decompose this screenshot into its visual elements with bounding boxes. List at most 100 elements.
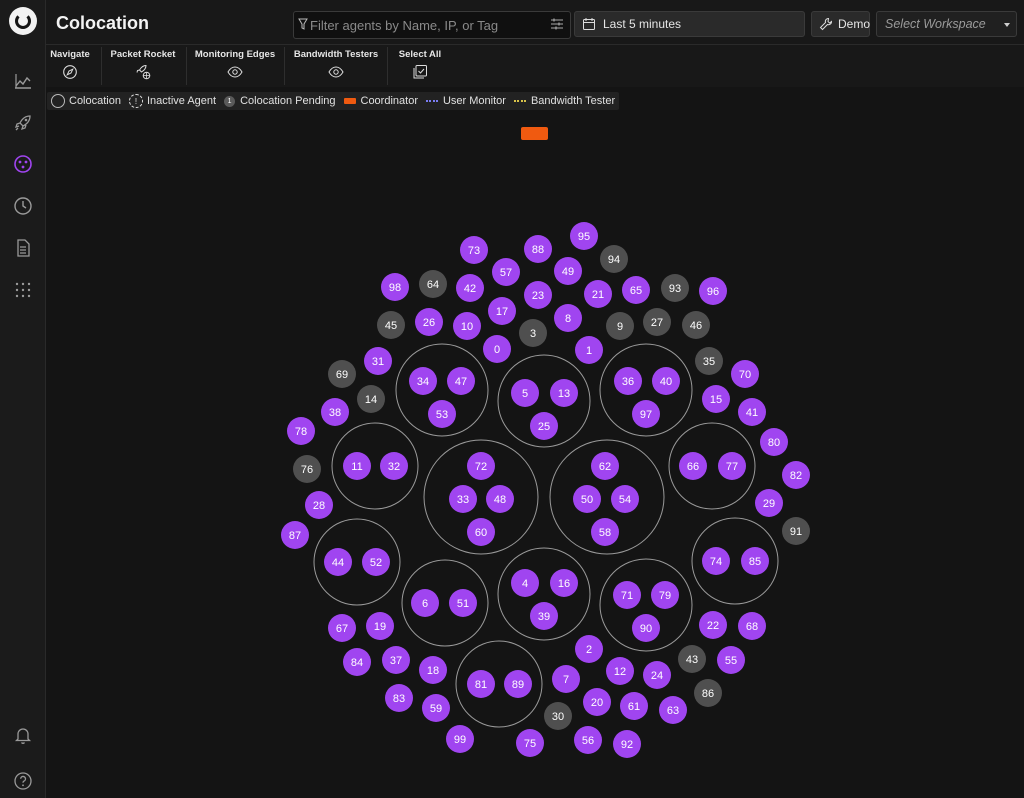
- agent-node[interactable]: 61: [620, 692, 648, 720]
- filter-input[interactable]: [310, 12, 540, 38]
- agent-node[interactable]: 27: [643, 308, 671, 336]
- agent-node[interactable]: 25: [530, 412, 558, 440]
- agent-node[interactable]: 87: [281, 521, 309, 549]
- clock-icon[interactable]: [13, 196, 33, 216]
- agent-node[interactable]: 39: [530, 602, 558, 630]
- agent-node[interactable]: 57: [492, 258, 520, 286]
- agent-node[interactable]: 20: [583, 688, 611, 716]
- colocation-graph[interactable]: 0 124567810111213 151617181920212223242526…: [46, 112, 1024, 798]
- agent-node[interactable]: 45: [377, 311, 405, 339]
- sliders-icon[interactable]: [550, 17, 564, 31]
- agent-node[interactable]: 81: [467, 670, 495, 698]
- agent-node[interactable]: 16: [550, 569, 578, 597]
- agent-node[interactable]: 4: [511, 569, 539, 597]
- agent-node[interactable]: 26: [415, 308, 443, 336]
- agent-node[interactable]: 85: [741, 547, 769, 575]
- help-icon[interactable]: [13, 771, 33, 791]
- agent-node[interactable]: 40: [652, 367, 680, 395]
- agent-node[interactable]: 53: [428, 400, 456, 428]
- bandwidth-testers-tool[interactable]: Bandwidth Testers: [294, 45, 378, 85]
- coordinator-node[interactable]: [521, 127, 548, 140]
- document-icon[interactable]: [13, 238, 33, 258]
- bell-icon[interactable]: [13, 725, 33, 745]
- app-logo[interactable]: [9, 7, 37, 35]
- agent-node[interactable]: 21: [584, 280, 612, 308]
- agent-node[interactable]: 99: [446, 725, 474, 753]
- agent-node[interactable]: 90: [632, 614, 660, 642]
- colocation-icon[interactable]: [13, 154, 33, 174]
- agent-node[interactable]: 80: [760, 428, 788, 456]
- agent-node[interactable]: 97: [632, 400, 660, 428]
- agent-node[interactable]: 95: [570, 222, 598, 250]
- agent-node[interactable]: 0: [483, 335, 511, 363]
- agent-node[interactable]: 69: [328, 360, 356, 388]
- agent-node[interactable]: 17: [488, 297, 516, 325]
- monitoring-edges-tool[interactable]: Monitoring Edges: [195, 45, 275, 85]
- agent-node[interactable]: 83: [385, 684, 413, 712]
- agent-node[interactable]: 75: [516, 729, 544, 757]
- agent-node[interactable]: 14: [357, 385, 385, 413]
- agent-node[interactable]: 51: [449, 589, 477, 617]
- agent-node[interactable]: 84: [343, 648, 371, 676]
- agent-node[interactable]: 42: [456, 274, 484, 302]
- agent-node[interactable]: 19: [366, 612, 394, 640]
- agent-node[interactable]: 15: [702, 385, 730, 413]
- agent-node[interactable]: 89: [504, 670, 532, 698]
- agent-node[interactable]: 54: [611, 485, 639, 513]
- agent-node[interactable]: 63: [659, 696, 687, 724]
- agent-node[interactable]: 47: [447, 367, 475, 395]
- agent-node[interactable]: 35: [695, 347, 723, 375]
- agent-node[interactable]: 92: [613, 730, 641, 758]
- workspace-select[interactable]: Select Workspace: [876, 11, 1017, 37]
- agent-node[interactable]: 7: [552, 665, 580, 693]
- agent-node[interactable]: 23: [524, 281, 552, 309]
- agent-node[interactable]: 59: [422, 694, 450, 722]
- agent-node[interactable]: 43: [678, 645, 706, 673]
- agent-node[interactable]: 50: [573, 485, 601, 513]
- agent-node[interactable]: 65: [622, 276, 650, 304]
- agent-node[interactable]: 1: [575, 336, 603, 364]
- agent-node[interactable]: 46: [682, 311, 710, 339]
- time-range-button[interactable]: Last 5 minutes: [574, 11, 805, 37]
- agent-node[interactable]: 76: [293, 455, 321, 483]
- agent-node[interactable]: 6: [411, 589, 439, 617]
- agent-node[interactable]: 96: [699, 277, 727, 305]
- chart-icon[interactable]: [13, 71, 33, 91]
- agent-node[interactable]: 30: [544, 702, 572, 730]
- agent-node[interactable]: 44: [324, 548, 352, 576]
- agent-node[interactable]: 60: [467, 518, 495, 546]
- agent-node[interactable]: 32: [380, 452, 408, 480]
- agent-node[interactable]: 64: [419, 270, 447, 298]
- demo-button[interactable]: Demo: [811, 11, 870, 37]
- agent-node[interactable]: 29: [755, 489, 783, 517]
- agent-node[interactable]: 28: [305, 491, 333, 519]
- agent-node[interactable]: 2: [575, 635, 603, 663]
- agent-node[interactable]: 91: [782, 517, 810, 545]
- agent-node[interactable]: 88: [524, 235, 552, 263]
- agent-node[interactable]: 8: [554, 304, 582, 332]
- agent-node[interactable]: 74: [702, 547, 730, 575]
- agent-node[interactable]: 70: [731, 360, 759, 388]
- agent-filter[interactable]: [293, 11, 571, 39]
- agent-node[interactable]: 68: [738, 612, 766, 640]
- agent-node[interactable]: 36: [614, 367, 642, 395]
- agent-node[interactable]: 52: [362, 548, 390, 576]
- agent-node[interactable]: 33: [449, 485, 477, 513]
- agent-node[interactable]: 12: [606, 657, 634, 685]
- agent-node[interactable]: 98: [381, 273, 409, 301]
- agent-node[interactable]: 48: [486, 485, 514, 513]
- agent-node[interactable]: 11: [343, 452, 371, 480]
- navigate-tool[interactable]: Navigate: [50, 45, 90, 85]
- agent-node[interactable]: 67: [328, 614, 356, 642]
- agent-node[interactable]: 66: [679, 452, 707, 480]
- grid-icon[interactable]: [13, 280, 33, 300]
- agent-node[interactable]: 94: [600, 245, 628, 273]
- agent-node[interactable]: 24: [643, 661, 671, 689]
- agent-node[interactable]: 79: [651, 581, 679, 609]
- agent-node[interactable]: 56: [574, 726, 602, 754]
- agent-node[interactable]: 13: [550, 379, 578, 407]
- agent-node[interactable]: 73: [460, 236, 488, 264]
- agent-node[interactable]: 3: [519, 319, 547, 347]
- rocket-icon[interactable]: [13, 113, 33, 133]
- agent-node[interactable]: 82: [782, 461, 810, 489]
